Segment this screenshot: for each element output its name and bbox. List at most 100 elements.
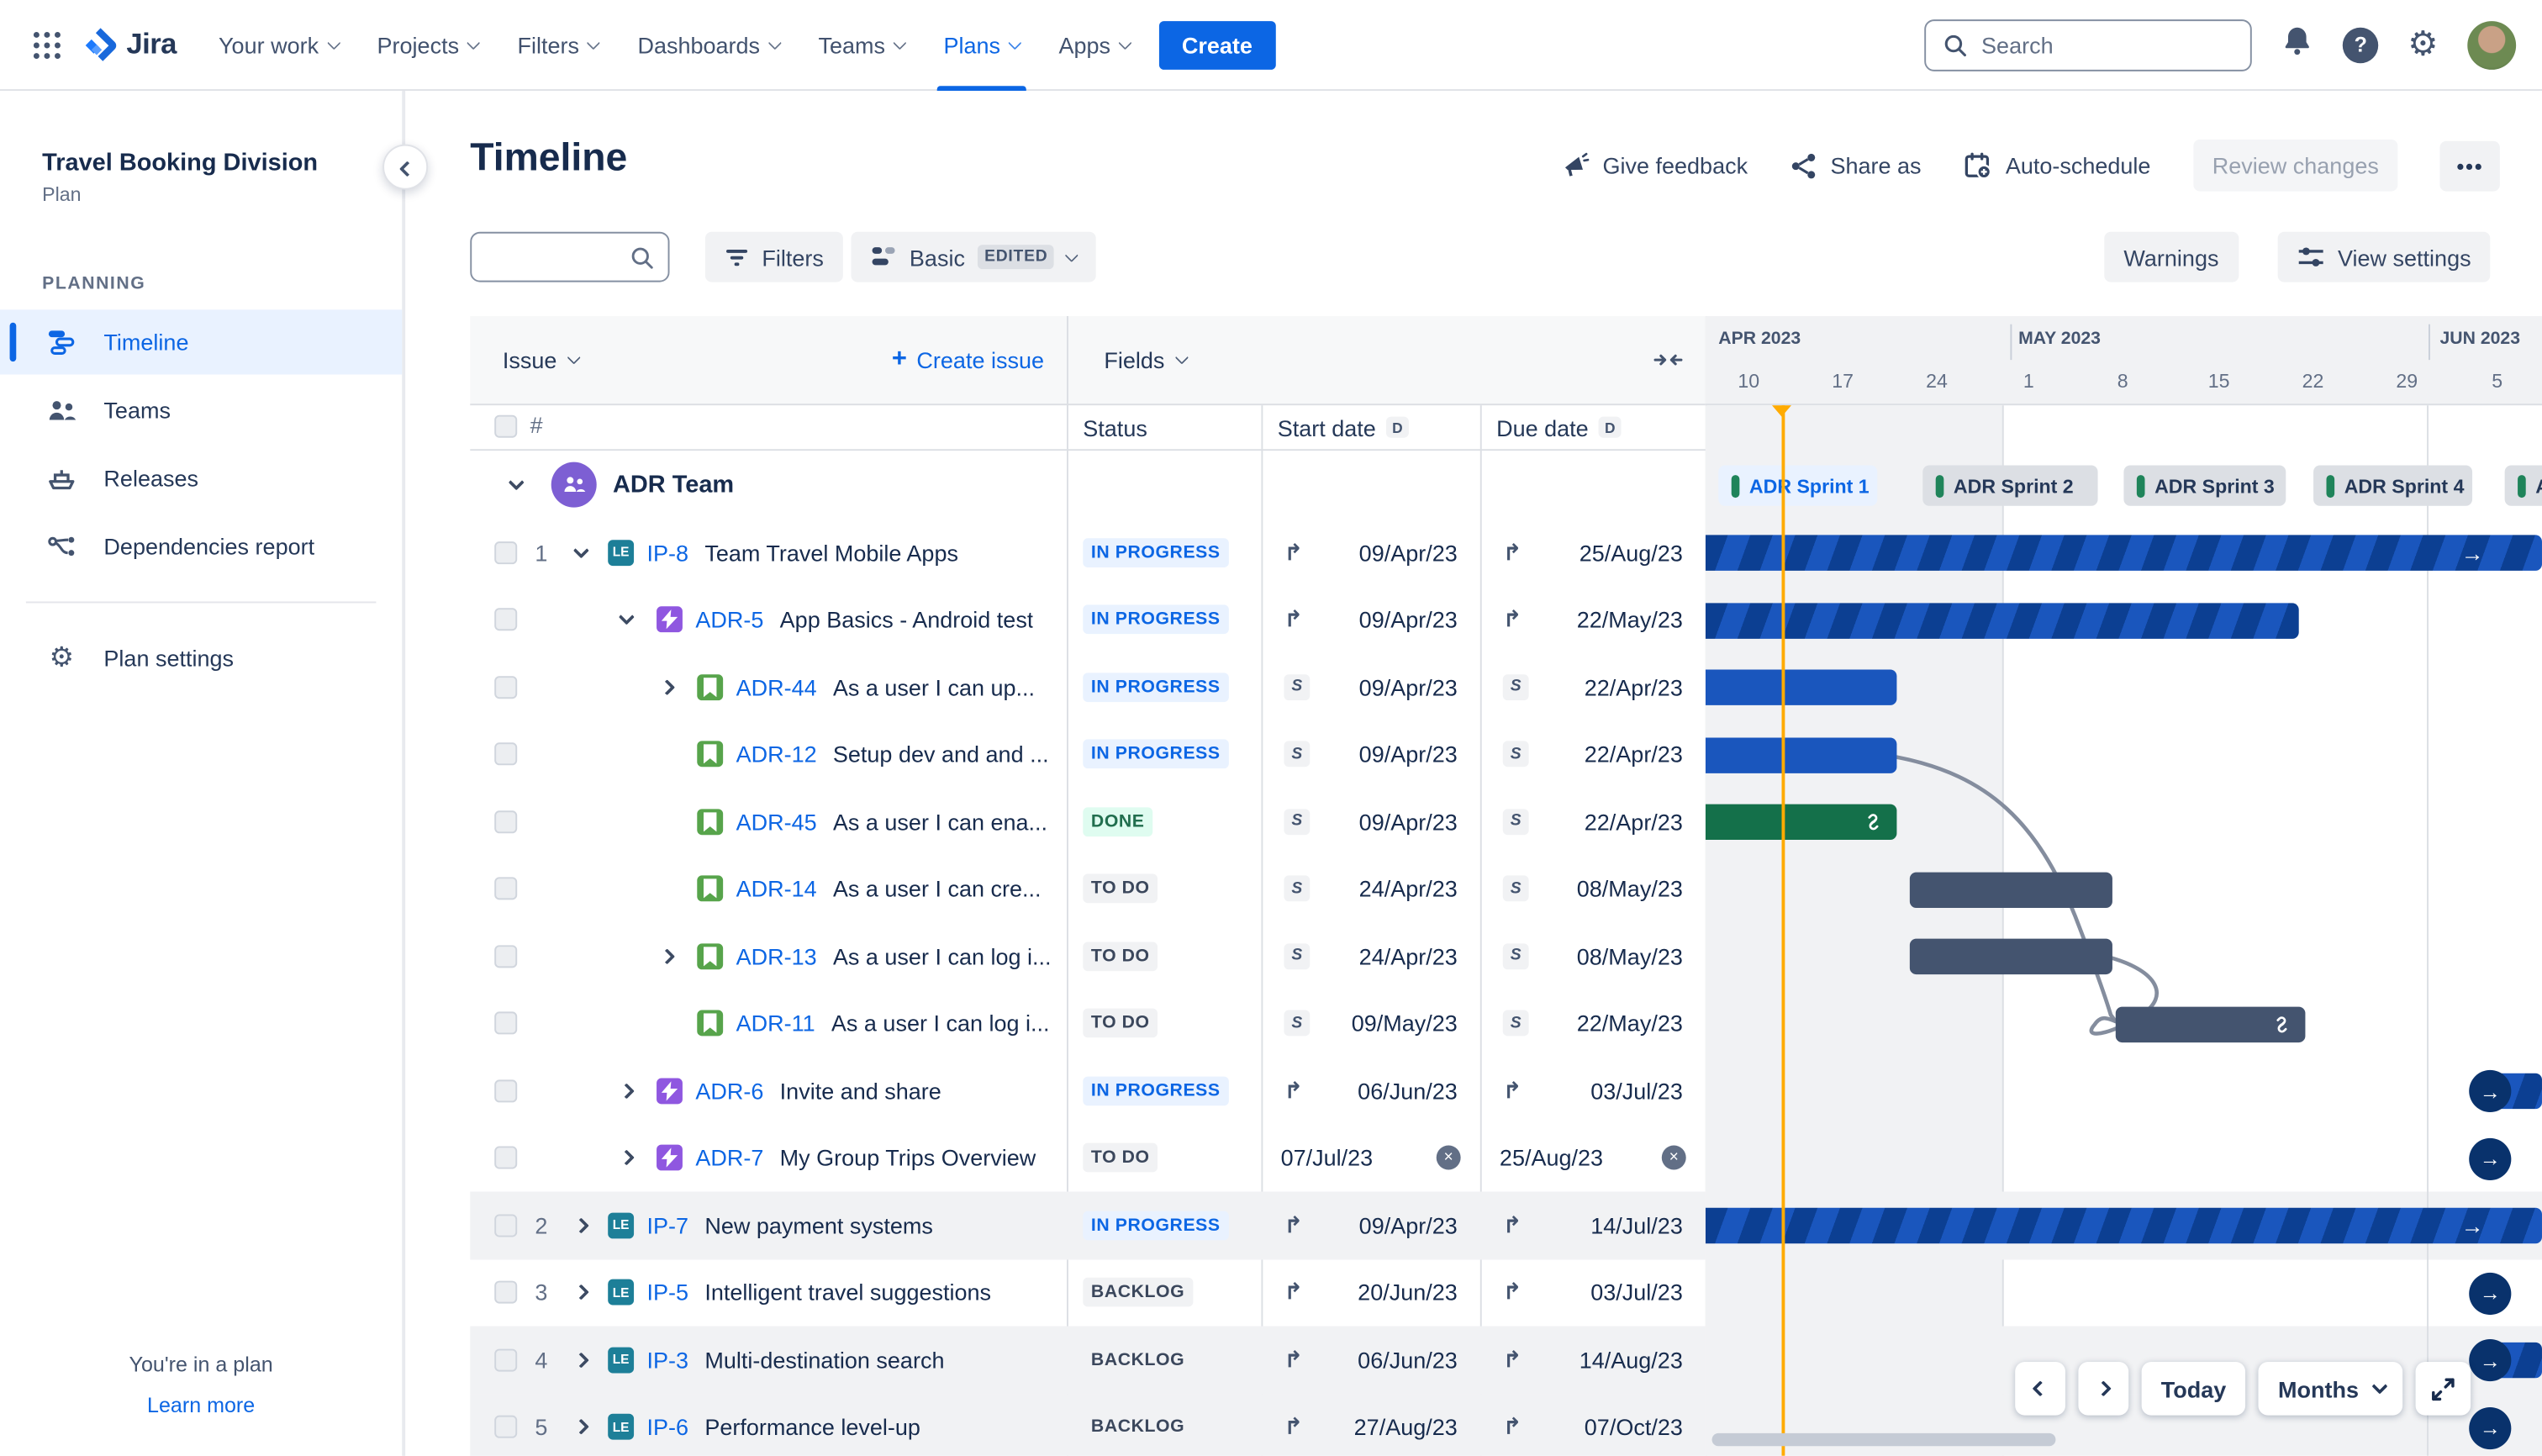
start-date-value[interactable]: 09/Apr/23 <box>1359 741 1458 768</box>
chevron-right-icon[interactable] <box>572 1419 589 1436</box>
give-feedback-button[interactable]: Give feedback <box>1560 150 1748 180</box>
issue-key-link[interactable]: ADR-45 <box>736 809 817 835</box>
due-date-value[interactable]: 22/May/23 <box>1577 607 1683 633</box>
create-button[interactable]: Create <box>1158 20 1275 69</box>
sidebar-item-dependencies-report[interactable]: Dependencies report <box>0 514 402 578</box>
status-cell[interactable]: TO DO <box>1067 855 1261 922</box>
help-icon[interactable]: ? <box>2343 26 2379 63</box>
issue-key-link[interactable]: ADR-13 <box>736 943 817 969</box>
start-date-cell[interactable]: S 09/Apr/23 <box>1261 788 1479 855</box>
status-cell[interactable]: IN PROGRESS <box>1067 586 1261 653</box>
offscreen-bar-indicator[interactable]: → <box>2469 1338 2512 1382</box>
fullscreen-button[interactable] <box>2415 1361 2471 1416</box>
review-changes-button[interactable]: Review changes <box>2192 139 2399 192</box>
sprint-chip[interactable]: ADR Sprint 4 <box>2313 465 2473 506</box>
issue-key-link[interactable]: ADR-5 <box>695 607 763 633</box>
status-cell[interactable]: DONE <box>1067 788 1261 855</box>
start-date-value[interactable]: 06/Jun/23 <box>1358 1347 1458 1373</box>
due-date-value[interactable]: 14/Jul/23 <box>1590 1212 1683 1238</box>
issue-cell[interactable]: ADR-13 As a user I can log i... <box>470 922 1067 989</box>
scroll-left-button[interactable] <box>2015 1361 2065 1416</box>
gantt-bar-adr-45[interactable] <box>1705 804 1897 840</box>
sprint-chip[interactable]: ADR Sprint 3 <box>2123 465 2286 506</box>
filters-button[interactable]: Filters <box>704 231 844 282</box>
due-date-cell[interactable]: S 22/May/23 <box>1480 989 1706 1057</box>
start-date-cell[interactable]: S 24/Apr/23 <box>1261 855 1479 922</box>
sidebar-item-plan-settings[interactable]: ⚙ Plan settings <box>0 625 402 690</box>
issue-cell[interactable]: 3 LE IP-5 Intelligent travel suggestions <box>470 1259 1067 1327</box>
start-date-cell[interactable]: S 09/May/23 <box>1261 989 1479 1057</box>
status-column-header[interactable]: Status <box>1067 405 1261 449</box>
issue-cell[interactable]: 4 LE IP-3 Multi-destination search <box>470 1327 1067 1394</box>
start-date-value[interactable]: 20/Jun/23 <box>1358 1279 1458 1306</box>
issue-cell[interactable]: ADR-12 Setup dev and and ... <box>470 720 1067 788</box>
issue-key-link[interactable]: IP-3 <box>646 1347 688 1373</box>
due-date-cell[interactable]: ↱ 03/Jul/23 <box>1480 1259 1706 1327</box>
due-date-cell[interactable]: S 22/Apr/23 <box>1480 788 1706 855</box>
status-cell[interactable]: IN PROGRESS <box>1067 653 1261 720</box>
issue-cell[interactable]: ADR-45 As a user I can ena... <box>470 788 1067 855</box>
row-checkbox[interactable] <box>494 1348 518 1372</box>
start-date-cell[interactable]: ↱ 09/Apr/23 <box>1261 586 1479 653</box>
view-settings-button[interactable]: View settings <box>2277 231 2491 282</box>
settings-gear-icon[interactable]: ⚙ <box>2408 28 2438 61</box>
row-checkbox[interactable] <box>494 1214 518 1237</box>
row-checkbox[interactable] <box>494 1416 518 1439</box>
gantt-bar-ip-7[interactable]: → <box>1705 1207 2542 1244</box>
start-date-value[interactable]: 09/Apr/23 <box>1359 607 1458 633</box>
due-date-value[interactable]: 22/May/23 <box>1577 1010 1683 1037</box>
view-preset-button[interactable]: Basic EDITED <box>851 231 1097 282</box>
scroll-right-button[interactable] <box>2078 1361 2129 1416</box>
row-checkbox[interactable] <box>494 810 518 833</box>
due-date-value[interactable]: 03/Jul/23 <box>1590 1078 1683 1104</box>
offscreen-bar-indicator[interactable]: → <box>2469 1271 2512 1315</box>
due-date-cell[interactable]: ↱ 14/Jul/23 <box>1480 1191 1706 1258</box>
due-date-cell[interactable]: ↱ 03/Jul/23 <box>1480 1057 1706 1124</box>
sidebar-item-timeline[interactable]: Timeline <box>0 309 403 375</box>
issue-key-link[interactable]: ADR-7 <box>695 1145 763 1171</box>
start-date-value[interactable]: 24/Apr/23 <box>1359 943 1458 969</box>
chevron-right-icon[interactable] <box>618 1149 635 1167</box>
due-date-value[interactable]: 07/Oct/23 <box>1585 1414 1683 1440</box>
row-checkbox[interactable] <box>494 675 518 699</box>
row-checkbox[interactable] <box>494 1011 518 1035</box>
due-date-value[interactable]: 03/Jul/23 <box>1590 1279 1683 1306</box>
chevron-right-icon[interactable] <box>659 678 676 695</box>
due-date-cell[interactable]: S 22/Apr/23 <box>1480 720 1706 788</box>
row-checkbox[interactable] <box>494 944 518 968</box>
status-cell[interactable]: BACKLOG <box>1067 1327 1261 1394</box>
issue-key-link[interactable]: IP-8 <box>646 540 688 566</box>
row-checkbox[interactable] <box>494 541 518 564</box>
due-date-cell[interactable]: ↱ 22/May/23 <box>1480 586 1706 653</box>
nav-item-filters[interactable]: Filters <box>498 0 618 90</box>
chevron-right-icon[interactable] <box>659 947 676 964</box>
due-date-cell[interactable]: S 08/May/23 <box>1480 855 1706 922</box>
nav-item-teams[interactable]: Teams <box>799 0 924 90</box>
learn-more-link[interactable]: Learn more <box>147 1393 255 1417</box>
team-group-row[interactable]: ADR Team <box>470 451 1706 519</box>
due-date-value[interactable]: 22/Apr/23 <box>1585 674 1683 700</box>
chevron-right-icon[interactable] <box>572 1352 589 1369</box>
offscreen-bar-indicator[interactable]: → <box>2469 1406 2512 1449</box>
issue-cell[interactable]: 5 LE IP-6 Performance level-up <box>470 1394 1067 1456</box>
select-all-checkbox[interactable] <box>494 414 518 438</box>
chevron-right-icon[interactable] <box>572 1285 589 1301</box>
due-date-cell[interactable]: S 22/Apr/23 <box>1480 653 1706 720</box>
start-date-value[interactable]: 27/Aug/23 <box>1354 1414 1458 1440</box>
gantt-bar-adr-44[interactable] <box>1705 669 1897 705</box>
status-cell[interactable]: IN PROGRESS <box>1067 519 1261 586</box>
clear-date-icon[interactable]: × <box>1436 1146 1461 1170</box>
more-actions-button[interactable]: ••• <box>2440 140 2500 191</box>
start-date-value[interactable]: 09/Apr/23 <box>1359 540 1458 566</box>
start-date-cell[interactable]: S 09/Apr/23 <box>1261 720 1479 788</box>
due-date-cell[interactable]: S 08/May/23 <box>1480 922 1706 989</box>
chevron-down-icon[interactable] <box>508 474 525 491</box>
notifications-bell-icon[interactable] <box>2281 24 2314 65</box>
issue-cell[interactable]: 2 LE IP-7 New payment systems <box>470 1191 1067 1258</box>
row-checkbox[interactable] <box>494 1281 518 1305</box>
start-date-value[interactable]: 09/Apr/23 <box>1359 674 1458 700</box>
gantt-bar-adr-12[interactable] <box>1705 736 1897 773</box>
due-date-cell[interactable]: ↱ 07/Oct/23 <box>1480 1394 1706 1456</box>
gantt-bar-adr-5[interactable] <box>1705 602 2299 638</box>
issue-key-link[interactable]: IP-5 <box>646 1279 688 1306</box>
